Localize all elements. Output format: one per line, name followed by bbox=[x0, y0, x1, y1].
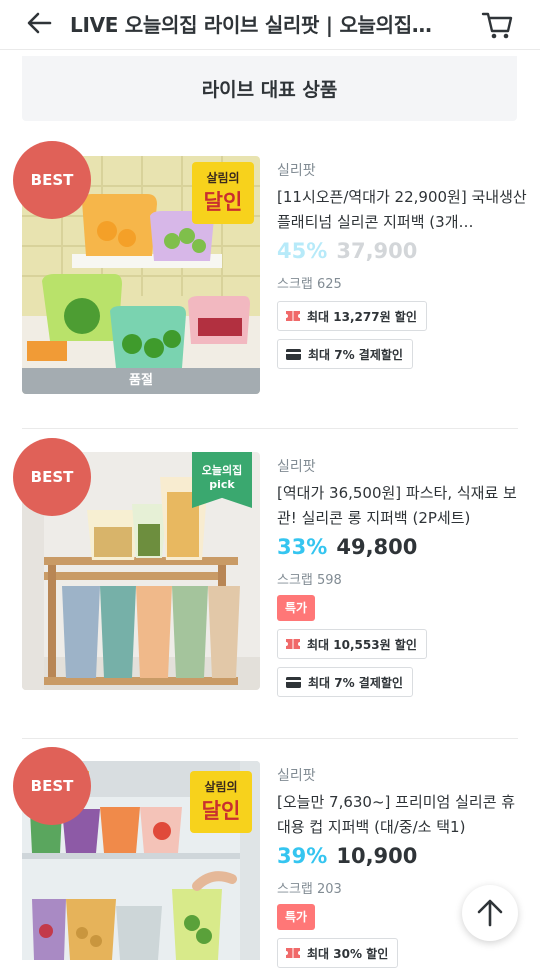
sticker-line1: 오늘의집 bbox=[201, 464, 243, 477]
sticker-master: 살림의 달인 bbox=[190, 771, 252, 833]
payment-chip[interactable]: 최대 7% 결제할인 bbox=[277, 339, 413, 369]
sticker-line2: 달인 bbox=[203, 190, 243, 214]
page-title: LIVE 오늘의집 라이브 실리팟 | 오늘의집… bbox=[70, 13, 432, 37]
special-tag: 특가 bbox=[277, 904, 316, 930]
scroll-top-button[interactable] bbox=[462, 885, 518, 941]
sticker-line1: 살림의 bbox=[206, 171, 240, 185]
arrow-up-icon bbox=[477, 899, 503, 927]
seller-name: 실리팟 bbox=[277, 459, 316, 475]
best-badge: BEST bbox=[13, 141, 91, 219]
back-button[interactable] bbox=[22, 8, 56, 38]
sticker-line2: pick bbox=[209, 478, 235, 491]
product-info: 실리팟 [11시오픈/역대가 22,900원] 국내생산 플래티넘 실리콘 지퍼… bbox=[277, 156, 527, 369]
seller-name: 실리팟 bbox=[277, 768, 316, 784]
best-badge: BEST bbox=[13, 438, 91, 516]
coupon-icon bbox=[286, 311, 300, 321]
coupon-text: 최대 30% 할인 bbox=[307, 946, 389, 961]
payment-chip[interactable]: 최대 7% 결제할인 bbox=[277, 667, 413, 697]
coupon-chip[interactable]: 최대 13,277원 할인 bbox=[277, 301, 427, 331]
price-row: 39% 10,900 bbox=[277, 844, 527, 876]
arrow-left-icon bbox=[27, 12, 52, 34]
product-name[interactable]: [11시오픈/역대가 22,900원] 국내생산 플래티넘 실리콘 지퍼백 (3… bbox=[277, 185, 527, 235]
divider bbox=[22, 428, 518, 429]
section-header: 라이브 대표 상품 bbox=[22, 56, 517, 121]
card-icon bbox=[286, 348, 301, 360]
cart-button[interactable] bbox=[478, 6, 516, 42]
scrap-count: 스크랩 598 bbox=[277, 573, 342, 588]
best-badge: BEST bbox=[13, 747, 91, 825]
price: 37,900 bbox=[336, 239, 418, 263]
soldout-overlay: 품절 bbox=[22, 368, 260, 394]
price: 49,800 bbox=[336, 535, 418, 559]
coupon-chip[interactable]: 최대 30% 할인 bbox=[277, 938, 399, 968]
coupon-text: 최대 13,277원 할인 bbox=[307, 309, 417, 324]
product-name[interactable]: [오늘만 7,630~] 프리미엄 실리콘 휴대용 컵 지퍼백 (대/중/소 택… bbox=[277, 790, 527, 840]
coupon-icon bbox=[286, 639, 300, 649]
seller-name: 실리팟 bbox=[277, 163, 316, 179]
coupon-icon bbox=[286, 948, 300, 958]
card-icon bbox=[286, 676, 301, 688]
discount-rate: 45% bbox=[277, 239, 328, 263]
scrap-count: 스크랩 625 bbox=[277, 277, 342, 292]
coupon-text: 최대 10,553원 할인 bbox=[307, 637, 417, 652]
price-row: 45% 37,900 bbox=[277, 239, 527, 271]
product-info: 실리팟 [역대가 36,500원] 파스타, 식재료 보관! 실리콘 롱 지퍼백… bbox=[277, 452, 527, 697]
sticker-line2: 달인 bbox=[201, 799, 241, 823]
divider bbox=[22, 738, 518, 739]
payment-text: 최대 7% 결제할인 bbox=[308, 675, 403, 690]
cart-icon bbox=[481, 12, 513, 39]
top-bar: LIVE 오늘의집 라이브 실리팟 | 오늘의집… bbox=[0, 0, 540, 50]
discount-rate: 33% bbox=[277, 535, 328, 559]
coupon-chip[interactable]: 최대 10,553원 할인 bbox=[277, 629, 427, 659]
section-title: 라이브 대표 상품 bbox=[201, 79, 338, 101]
sticker-line1: 살림의 bbox=[204, 780, 238, 794]
sticker-master: 살림의 달인 bbox=[192, 162, 254, 224]
special-tag: 특가 bbox=[277, 595, 316, 621]
price-row: 33% 49,800 bbox=[277, 535, 527, 567]
payment-text: 최대 7% 결제할인 bbox=[308, 347, 403, 362]
price: 10,900 bbox=[336, 844, 418, 868]
product-name[interactable]: [역대가 36,500원] 파스타, 식재료 보관! 실리콘 롱 지퍼백 (2P… bbox=[277, 481, 527, 531]
discount-rate: 39% bbox=[277, 844, 328, 868]
